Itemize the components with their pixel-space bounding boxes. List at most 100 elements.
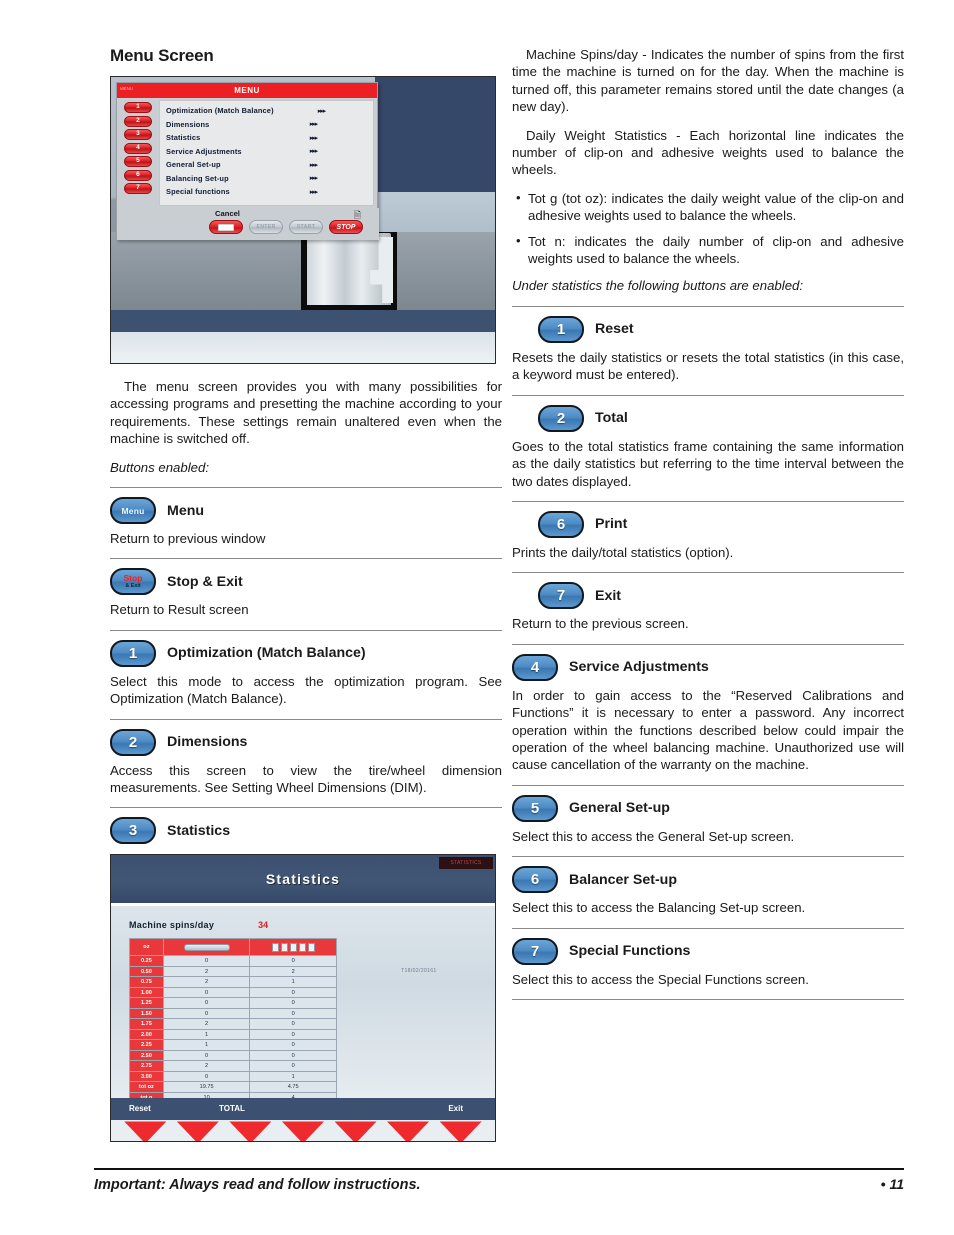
chevron-right-icon: ▸▸▸ (317, 107, 326, 115)
start-softkey-label: START (296, 224, 316, 230)
key-6-icon[interactable]: 6 (512, 866, 558, 894)
left-column: Menu Screen MENU MENU 1 2 3 4 5 6 7 Opti… (110, 46, 502, 1143)
divider (110, 807, 502, 809)
statistics-title: Statistics (265, 871, 341, 888)
menu-ui-item-general-setup[interactable]: General Set-up ▸▸▸ (166, 158, 373, 172)
row-clip: 2 (162, 1018, 251, 1030)
stop-softkey[interactable]: STOP (329, 220, 363, 234)
menu-ui-key-2[interactable]: 2 (124, 115, 152, 127)
entry-general-setup-title: General Set-up (569, 800, 670, 817)
key-1-icon[interactable]: 1 (538, 315, 584, 343)
softkey-arrow-icon[interactable] (439, 1121, 482, 1142)
menu-ui-key-7-label: 7 (136, 184, 140, 192)
stop-key-line1: Stop (123, 573, 143, 584)
menu-ui-item-service-adjustments[interactable]: Service Adjustments ▸▸▸ (166, 145, 373, 159)
menu-ui-item-special-functions-label: Special functions (166, 187, 230, 197)
menu-ui-key-1[interactable]: 1 (124, 102, 152, 113)
softkey-arrow-icon[interactable] (176, 1121, 219, 1142)
key-7-icon[interactable]: 7 (512, 937, 558, 965)
menu-ui-keypad: 1 2 3 4 5 6 7 (117, 98, 159, 208)
row-adhesive: 0 (249, 1028, 337, 1041)
footer-note: Important: Always read and follow instru… (94, 1177, 421, 1193)
row-adhesive: 2 (249, 965, 337, 978)
menu-ui-key-2-label: 2 (136, 116, 140, 124)
machine-shaft (307, 233, 391, 305)
key-4-icon[interactable]: 4 (512, 653, 558, 681)
menu-ui-key-4[interactable]: 4 (124, 142, 152, 154)
entry-special-functions-description: Select this to access the Special Functi… (512, 971, 809, 987)
statistics-table-head: oz (129, 938, 337, 957)
entry-balancer-setup-title: Balancer Set-up (569, 871, 678, 888)
menu-ui-key-6[interactable]: 6 (124, 169, 152, 181)
entry-general-setup-description: Select this to access the General Set-up… (512, 828, 795, 844)
statistics-total-label: TOTAL (219, 1104, 245, 1114)
softkey-arrow-icon[interactable] (124, 1121, 167, 1142)
menu-ui-item-optimization[interactable]: Optimization (Match Balance) ▸▸▸ (166, 104, 373, 118)
key-5-icon[interactable]: 5 (512, 794, 558, 822)
key-2-icon[interactable]: 2 (538, 404, 584, 432)
entry-optimization: 1 Optimization (Match Balance) (110, 639, 502, 667)
table-row: 1.50 0 0 (129, 1007, 337, 1020)
softkey-arrow-icon[interactable] (229, 1121, 272, 1142)
start-softkey[interactable]: START (289, 220, 323, 234)
divider (512, 856, 904, 858)
photo-foreground (111, 332, 495, 363)
key-3-icon[interactable]: 3 (110, 817, 156, 845)
menu-ui-item-statistics[interactable]: Statistics ▸▸▸ (166, 131, 373, 145)
statistics-table: oz 0.25 0 0 0.50 2 2 0.75 2 1 1.00 0 0 1… (129, 938, 337, 1104)
menu-ui-key-1-label: 1 (136, 103, 140, 111)
table-row-total-oz: tot oz 19.75 4.75 (129, 1081, 337, 1093)
intro-paragraph: The menu screen provides you with many p… (110, 379, 502, 447)
menu-ui-item-special-functions[interactable]: Special functions ▸▸▸ (166, 185, 373, 199)
softkey-arrow-icon[interactable] (281, 1121, 324, 1142)
key-3-label: 3 (128, 822, 138, 840)
menu-key-icon[interactable]: Menu (110, 497, 156, 525)
machine-spins-paragraph: Machine Spins/day - Indicates the number… (512, 47, 904, 115)
entry-general-setup: 5 General Set-up (512, 794, 904, 822)
softkey-arrow-icon[interactable] (334, 1121, 377, 1142)
menu-ui-key-7[interactable]: 7 (124, 183, 152, 194)
row-clip: 1 (162, 1028, 251, 1041)
key-5-label: 5 (530, 799, 540, 817)
table-row: 2.75 2 0 (129, 1060, 337, 1072)
row-clip: 0 (162, 997, 251, 1009)
key-1-icon[interactable]: 1 (110, 639, 156, 667)
machine-spins-label: Machine spins/day (129, 920, 215, 931)
menu-ui-item-balancing-setup[interactable]: Balancing Set-up ▸▸▸ (166, 172, 373, 186)
key-6-icon[interactable]: 6 (538, 510, 584, 538)
softkey-arrow-icon[interactable] (387, 1121, 430, 1142)
document-page: Menu Screen MENU MENU 1 2 3 4 5 6 7 Opti… (0, 0, 954, 1235)
entry-reset: 1 Reset (512, 315, 904, 343)
stop-exit-key-label: Stop & Exit (123, 574, 142, 589)
key-2-icon[interactable]: 2 (110, 728, 156, 756)
statistics-footer-bar: Reset TOTAL Exit (111, 1098, 495, 1121)
machine-spins-value: 34 (258, 920, 269, 931)
row-weight: 0.25 (129, 955, 164, 967)
enter-softkey[interactable]: ENTER (249, 220, 283, 234)
chevron-right-icon: ▸▸▸ (309, 121, 318, 129)
adhesive-weight-icon (250, 942, 336, 952)
chevron-right-icon: ▸▸▸ (309, 161, 318, 169)
entry-menu-title: Menu (167, 502, 205, 519)
menu-ui-item-optimization-label: Optimization (Match Balance) (166, 106, 274, 116)
row-weight: 2.50 (129, 1049, 164, 1062)
statistics-table-body: 0.25 0 0 0.50 2 2 0.75 2 1 1.00 0 0 1.25 0 0 1.50 0… (129, 955, 337, 1104)
divider (512, 394, 904, 396)
photo-floor (111, 310, 495, 332)
cancel-label: Cancel (215, 209, 240, 218)
entry-statistics-title: Statistics (167, 822, 231, 839)
menu-ui-key-3[interactable]: 3 (124, 129, 152, 140)
menu-ui-key-5[interactable]: 5 (124, 156, 152, 167)
statistics-date: T18/02/20161 (401, 968, 437, 975)
cancel-softkey[interactable] (209, 220, 243, 234)
menu-ui-title: MENU (234, 86, 260, 95)
key-7-icon[interactable]: 7 (538, 582, 584, 610)
row-clip: 2 (162, 1060, 251, 1072)
stop-exit-key-icon[interactable]: Stop & Exit (110, 568, 156, 596)
table-row: 1.75 2 0 (129, 1018, 337, 1030)
entry-balancer-setup: 6 Balancer Set-up (512, 866, 904, 894)
entry-stop-exit: Stop & Exit Stop & Exit (110, 568, 502, 596)
divider (512, 572, 904, 574)
row-adhesive: 0 (249, 1039, 337, 1051)
menu-ui-item-dimensions[interactable]: Dimensions ▸▸▸ (166, 118, 373, 132)
